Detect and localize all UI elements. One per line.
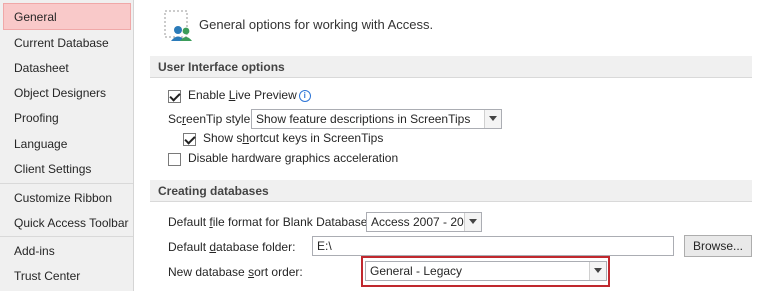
options-main-panel: General options for working with Access.… <box>138 0 768 291</box>
sidebar-item-language[interactable]: Language <box>14 134 67 154</box>
show-shortcut-keys-checkbox[interactable] <box>183 133 196 146</box>
sidebar-divider <box>0 183 133 184</box>
sort-order-value: General - Legacy <box>370 264 463 278</box>
sidebar-item-trust-center[interactable]: Trust Center <box>14 266 80 286</box>
sidebar-item-add-ins[interactable]: Add-ins <box>14 241 55 261</box>
show-shortcut-keys-label[interactable]: Show shortcut keys in ScreenTips <box>203 131 383 145</box>
info-icon[interactable]: i <box>298 90 311 102</box>
screentip-style-select[interactable]: Show feature descriptions in ScreenTips <box>251 109 502 129</box>
chevron-down-icon[interactable] <box>464 213 481 231</box>
sort-order-label: New database sort order: <box>168 265 303 279</box>
disable-hw-acceleration-checkbox[interactable] <box>168 153 181 166</box>
screentip-style-label: ScreenTip style: <box>168 112 254 126</box>
sidebar-item-general[interactable]: General <box>14 7 57 27</box>
enable-live-preview-checkbox[interactable] <box>168 90 181 103</box>
page-title: General options for working with Access. <box>199 17 434 32</box>
sidebar-item-proofing[interactable]: Proofing <box>14 108 59 128</box>
browse-button[interactable]: Browse... <box>684 235 752 257</box>
section-header-user-interface: User Interface options <box>150 56 752 78</box>
default-database-folder-input[interactable]: E:\ <box>312 236 674 256</box>
chevron-down-icon[interactable] <box>484 110 501 128</box>
options-sidebar: General Current Database Datasheet Objec… <box>0 0 134 291</box>
default-database-folder-label: Default database folder: <box>168 240 296 254</box>
screentip-style-value: Show feature descriptions in ScreenTips <box>256 112 471 126</box>
sidebar-item-quick-access-toolbar[interactable]: Quick Access Toolbar <box>14 213 129 233</box>
enable-live-preview-label[interactable]: Enable Live Preview i <box>188 88 311 102</box>
sidebar-item-current-database[interactable]: Current Database <box>14 33 109 53</box>
sort-order-select[interactable]: General - Legacy <box>365 261 607 281</box>
sidebar-item-datasheet[interactable]: Datasheet <box>14 58 69 78</box>
chevron-down-icon[interactable] <box>589 262 606 280</box>
general-options-icon <box>164 10 192 41</box>
default-file-format-select[interactable]: Access 2007 - 2013 <box>366 212 482 232</box>
sidebar-item-object-designers[interactable]: Object Designers <box>14 83 106 103</box>
sidebar-divider <box>0 236 133 237</box>
disable-hw-acceleration-label[interactable]: Disable hardware graphics acceleration <box>188 151 398 165</box>
sidebar-item-client-settings[interactable]: Client Settings <box>14 159 91 179</box>
section-header-creating-databases: Creating databases <box>150 180 752 202</box>
default-file-format-value: Access 2007 - 2013 <box>371 215 478 229</box>
default-file-format-label: Default file format for Blank Database: <box>168 215 371 229</box>
sidebar-item-customize-ribbon[interactable]: Customize Ribbon <box>14 188 112 208</box>
